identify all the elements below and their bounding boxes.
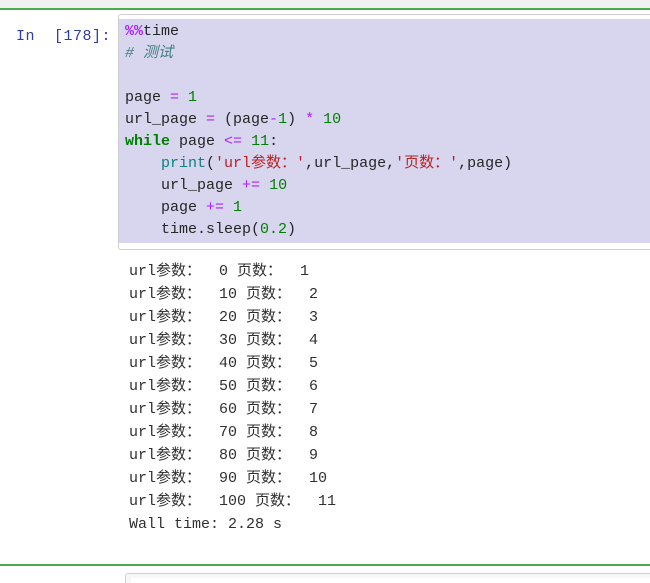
code-line: url_page += 10 [125, 175, 644, 197]
code-line: # 测试 [125, 43, 644, 65]
code-token-punct: ( [206, 155, 216, 172]
code-line-text: print('url参数：',url_page,'页数：',page) [125, 153, 513, 175]
code-token-plain: ,page) [458, 155, 513, 172]
output-line: url参数： 20 页数： 3 [129, 309, 319, 326]
code-token-plain: url_page [125, 177, 243, 194]
code-token-fn: print [161, 155, 207, 172]
output-area: url参数： 0 页数： 1 url参数： 10 页数： 2 url参数： 20 页… [118, 260, 650, 536]
top-separator-rule [0, 8, 650, 10]
code-line-text: url_page = (page-1) * 10 [125, 109, 342, 131]
output-line: url参数： 40 页数： 5 [129, 355, 319, 372]
code-line-text: # 测试 [125, 43, 174, 65]
output-line: url参数： 90 页数： 10 [129, 470, 328, 487]
code-token-plain: : [269, 133, 279, 150]
code-line-text: page += 1 [125, 197, 243, 219]
bottom-separator-rule [0, 564, 650, 566]
code-token-plain: time.sleep( [125, 221, 261, 238]
code-token-num: 1 [278, 111, 288, 128]
notebook-page: In [178]: %%time # 测试 page = 1 url_page = … [0, 0, 650, 583]
code-token-num: 10 [323, 111, 342, 128]
code-token-comment: # 测试 [125, 45, 174, 62]
code-token-op: * [305, 111, 315, 128]
code-token-op: = [206, 111, 216, 128]
code-token-op: <= [224, 133, 243, 150]
code-token-plain: time [143, 23, 180, 40]
output-line: url参数： 50 页数： 6 [129, 378, 319, 395]
next-cell-top-edge[interactable] [125, 573, 650, 583]
code-token-op: - [269, 111, 279, 128]
output-line: url参数： 80 页数： 9 [129, 447, 319, 464]
output-line: url参数： 30 页数： 4 [129, 332, 319, 349]
notebook-cell[interactable]: In [178]: %%time # 测试 page = 1 url_page = … [0, 14, 650, 536]
code-token-plain: (page [215, 111, 270, 128]
code-line: page = 1 [125, 87, 644, 109]
code-token-plain: page [170, 133, 225, 150]
code-source[interactable]: %%time # 测试 page = 1 url_page = (page-1) *… [119, 19, 650, 243]
output-line: url参数： 60 页数： 7 [129, 401, 319, 418]
code-line: time.sleep(0.2) [125, 219, 644, 241]
output-line: url参数： 0 页数： 1 [129, 263, 310, 280]
code-line-text: %%time [125, 21, 180, 43]
code-token-num: 10 [269, 177, 288, 194]
code-token-kw: while [125, 133, 171, 150]
code-token-magic: %% [125, 23, 144, 40]
next-cell-editor-area[interactable] [131, 578, 650, 583]
cell-output-row: url参数： 0 页数： 1 url参数： 10 页数： 2 url参数： 20 页… [0, 260, 650, 536]
code-token-plain: ,url_page, [305, 155, 396, 172]
output-line: url参数： 100 页数： 11 [129, 493, 337, 510]
code-token-plain: url_page [125, 111, 207, 128]
stdout-stream: url参数： 0 页数： 1 url参数： 10 页数： 2 url参数： 20 页… [129, 260, 650, 536]
code-token-plain: page [125, 199, 207, 216]
code-token-plain: page [125, 89, 171, 106]
code-token-num: 0.2 [260, 221, 288, 238]
code-line-text: url_page += 10 [125, 175, 288, 197]
code-token-op: = [170, 89, 180, 106]
code-line-text: page = 1 [125, 87, 198, 109]
code-token-num: 11 [251, 133, 270, 150]
code-token-plain: ) [287, 221, 297, 238]
code-token-plain: ) [287, 111, 306, 128]
code-line: while page <= 11: [125, 131, 644, 153]
output-line: url参数： 10 页数： 2 [129, 286, 319, 303]
code-token-num: 1 [233, 199, 243, 216]
code-line: %%time [125, 21, 644, 43]
code-line-text: time.sleep(0.2) [125, 219, 297, 241]
code-line-text: while page <= 11: [125, 131, 279, 153]
output-line: url参数： 70 页数： 8 [129, 424, 319, 441]
output-line: Wall time: 2.28 s [129, 516, 283, 533]
code-token-op: += [242, 177, 261, 194]
code-line: page += 1 [125, 197, 644, 219]
cell-input-row: In [178]: %%time # 测试 page = 1 url_page = … [0, 14, 650, 250]
code-editor[interactable]: %%time # 测试 page = 1 url_page = (page-1) *… [118, 14, 650, 250]
code-token-str: 'url参数：' [215, 155, 306, 172]
code-line [125, 65, 644, 87]
input-prompt-label: In [178]: [15, 28, 111, 45]
code-token-str: '页数：' [395, 155, 459, 172]
code-token-op: += [206, 199, 225, 216]
code-line: print('url参数：',url_page,'页数：',page) [125, 153, 644, 175]
code-token-num: 1 [188, 89, 198, 106]
toolbar-strip [0, 0, 650, 8]
code-line-text [125, 65, 135, 87]
code-line: url_page = (page-1) * 10 [125, 109, 644, 131]
